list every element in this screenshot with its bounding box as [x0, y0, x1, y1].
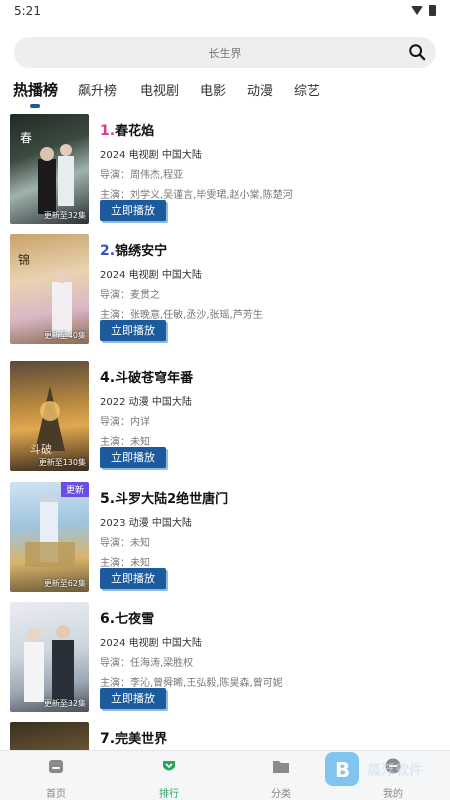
poster-image[interactable]: 春 更新至32集 — [10, 114, 89, 224]
title-text: 斗破苍穹年番 — [115, 371, 194, 386]
poster-update-label: 更新至130集 — [38, 458, 86, 467]
item-info: 2024 电视剧 中国大陆 — [100, 150, 202, 161]
list-item[interactable]: 春 更新至32集 1.春花焰 2024 电视剧 中国大陆 导演：周伟杰,程亚 主… — [0, 114, 450, 226]
title-text: 七夜雪 — [115, 612, 155, 627]
list-item[interactable]: 更新至32集 6.七夜雪 2024 电视剧 中国大陆 导演：任海涛,梁胜权 主演… — [0, 602, 450, 714]
title-text: 锦绣安宁 — [115, 244, 168, 259]
play-button[interactable]: 立即播放 — [100, 447, 166, 468]
search-bar[interactable]: 长生界 — [14, 37, 436, 68]
tab-rising[interactable]: 飙升榜 — [78, 80, 117, 99]
watermark-logo: B 晨浮软件 — [323, 752, 441, 786]
poster-update-label: 更新至32集 — [43, 211, 86, 220]
wifi-icon — [411, 6, 423, 15]
nav-ranking-label: 排行 — [159, 789, 179, 800]
item-cast: 主演：未知 — [100, 437, 150, 448]
rank-number: 1. — [100, 123, 116, 139]
item-title[interactable]: 4.斗破苍穹年番 — [100, 367, 193, 386]
tab-hot[interactable]: 热播榜 — [13, 79, 58, 100]
item-director: 导演：内详 — [100, 417, 150, 428]
item-cast: 主演：李沁,曾舜晞,王弘毅,陈昊森,曾可妮 — [100, 678, 283, 689]
svg-text:锦: 锦 — [18, 253, 30, 267]
item-director: 导演：周伟杰,程亚 — [100, 170, 184, 181]
item-title[interactable]: 1.春花焰 — [100, 120, 154, 139]
item-director: 导演：麦贯之 — [100, 290, 160, 301]
poster-image[interactable] — [10, 722, 89, 752]
poster-image[interactable]: 更新至32集 — [10, 602, 89, 712]
nav-home[interactable]: 首页 — [26, 757, 86, 800]
item-title[interactable]: 5.斗罗大陆2绝世唐门 — [100, 488, 228, 507]
rank-number: 6. — [100, 611, 116, 627]
rank-number: 2. — [100, 243, 116, 259]
watermark-icon: B — [325, 752, 359, 786]
nav-category[interactable]: 分类 — [251, 757, 311, 800]
nav-home-label: 首页 — [46, 789, 66, 800]
item-info: 2022 动漫 中国大陆 — [100, 397, 192, 408]
nav-ranking[interactable]: 排行 — [139, 757, 199, 800]
item-director: 导演：任海涛,梁胜权 — [100, 658, 194, 669]
new-badge: 更新 — [60, 482, 89, 497]
poster-image[interactable]: 斗破 更新至130集 — [10, 361, 89, 471]
title-text: 完美世界 — [115, 732, 168, 747]
list-item[interactable]: 7.完美世界 — [0, 722, 450, 752]
battery-icon — [429, 5, 436, 16]
poster-image[interactable]: 锦 更新至40集 — [10, 234, 89, 344]
status-bar: 5:21 — [0, 0, 450, 22]
title-text: 斗罗大陆2绝世唐门 — [115, 492, 229, 507]
poster-update-label: 更新至62集 — [43, 579, 86, 588]
tab-tv[interactable]: 电视剧 — [140, 80, 179, 99]
ranking-icon — [163, 761, 175, 771]
nav-profile-label: 我的 — [383, 789, 403, 800]
active-tab-indicator — [30, 104, 40, 108]
item-cast: 主演：刘学义,吴谨言,毕雯珺,赵小棠,陈楚河 — [100, 190, 293, 201]
title-text: 春花焰 — [115, 124, 155, 139]
poster-update-label: 更新至32集 — [43, 699, 86, 708]
search-icon[interactable] — [408, 43, 426, 61]
item-title[interactable]: 2.锦绣安宁 — [100, 240, 167, 259]
play-button[interactable]: 立即播放 — [100, 200, 166, 221]
search-placeholder: 长生界 — [208, 47, 242, 60]
tab-anime[interactable]: 动漫 — [247, 80, 273, 99]
nav-category-label: 分类 — [271, 789, 291, 800]
svg-text:B: B — [335, 758, 350, 782]
list-item[interactable]: 锦 更新至40集 2.锦绣安宁 2024 电视剧 中国大陆 导演：麦贯之 主演：… — [0, 234, 450, 346]
folder-icon — [273, 761, 289, 773]
status-time: 5:21 — [14, 4, 41, 18]
svg-text:斗破: 斗破 — [30, 442, 52, 456]
item-title[interactable]: 7.完美世界 — [100, 728, 167, 747]
play-button[interactable]: 立即播放 — [100, 688, 166, 709]
list-item[interactable]: 斗破 更新至130集 4.斗破苍穹年番 2022 动漫 中国大陆 导演：内详 主… — [0, 361, 450, 473]
item-director: 导演：未知 — [100, 538, 150, 549]
tab-variety[interactable]: 综艺 — [294, 80, 320, 99]
list-item[interactable]: 更新 更新至62集 5.斗罗大陆2绝世唐门 2023 动漫 中国大陆 导演：未知… — [0, 482, 450, 594]
play-button[interactable]: 立即播放 — [100, 320, 166, 341]
poster-image[interactable]: 更新 更新至62集 — [10, 482, 89, 592]
item-cast: 主演：张晚意,任敏,丞沙,张瑶,芦芳生 — [100, 310, 263, 321]
status-icons — [411, 5, 436, 16]
rank-number: 4. — [100, 370, 116, 386]
category-tabs: 热播榜 飙升榜 电视剧 电影 动漫 综艺 — [0, 80, 450, 110]
item-info: 2024 电视剧 中国大陆 — [100, 638, 202, 649]
play-button[interactable]: 立即播放 — [100, 568, 166, 589]
item-info: 2023 动漫 中国大陆 — [100, 518, 192, 529]
rank-number: 5. — [100, 491, 116, 507]
watermark-text: 晨浮软件 — [367, 763, 423, 779]
poster-update-label: 更新至40集 — [43, 331, 86, 340]
item-info: 2024 电视剧 中国大陆 — [100, 270, 202, 281]
home-icon — [49, 760, 63, 773]
rank-number: 7. — [100, 731, 116, 747]
tab-movie[interactable]: 电影 — [200, 80, 226, 99]
svg-text:春: 春 — [20, 131, 32, 145]
item-cast: 主演：未知 — [100, 558, 150, 569]
item-title[interactable]: 6.七夜雪 — [100, 608, 154, 627]
